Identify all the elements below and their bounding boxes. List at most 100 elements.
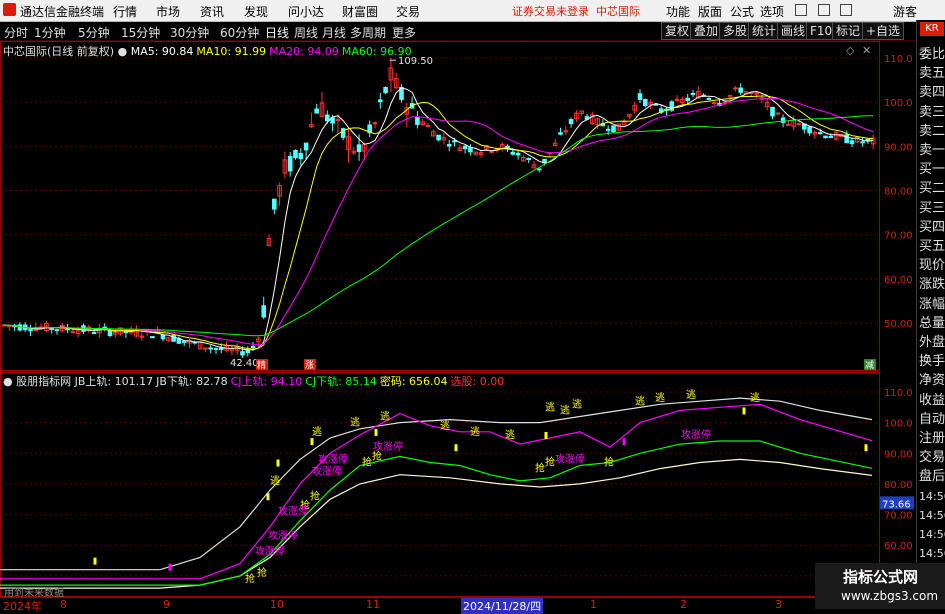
low-price-label: 42.40 [230,358,259,369]
toolbar-tongji[interactable]: 统计 [748,22,781,40]
signal-bar [454,444,458,452]
toolbar-fuquan[interactable]: 复权 [661,22,694,40]
minimize-icon[interactable] [795,4,807,16]
menu-item-wenxiaoda[interactable]: 问小达 [288,3,324,20]
menu-item-hangqing[interactable]: 行情 [113,3,137,20]
price-tick: 50.00 [884,319,913,330]
login-status: 证券交易未登录 中芯国际 [512,3,640,19]
candle-body [107,330,113,336]
signal-label: 攻涨停 [681,428,711,441]
candle-body [823,135,828,139]
indicator-chart[interactable]: 抢抢抢抢抢抢抢抢抢逃逃逃逃逃逃逃逃逃逃逃逃逃逃攻涨停 攻涨停 攻涨停 攻涨停 攻涨停 攻涨… [0,372,880,599]
candle-body [70,331,76,334]
guest-label[interactable]: 游客 [893,3,917,20]
candle-body [468,147,473,153]
candle-body [568,119,574,125]
signal-bar [742,407,746,415]
watermark-url: www.zbgs3.com [841,589,939,603]
legend-toggle-icon[interactable]: ● [3,375,13,388]
menu-item-caifuquan[interactable]: 财富圈 [342,3,378,20]
indicator-legend-item: 选股: 0.00 [450,375,505,388]
period-monthly[interactable]: 月线 [322,24,346,41]
period-15min[interactable]: 15分钟 [121,24,160,41]
chart-border [0,41,880,371]
signal-label: 逃 [686,388,696,401]
candle-body [865,138,871,141]
candle-body [690,92,696,95]
signal-label: 抢 [257,566,267,579]
ma-legend-item: MA5: 90.84 [130,45,194,58]
candle-body [208,347,213,350]
signal-bar [544,431,548,439]
menu-item-banmian[interactable]: 版面 [698,3,722,20]
candle-body [452,140,457,143]
period-more[interactable]: 更多 [392,24,416,41]
app-title: 通达信金融终端 [20,5,105,19]
candle-body [605,128,611,131]
restore-icon[interactable] [818,4,830,16]
candle-body [563,130,569,133]
indicator-canvas[interactable]: 抢抢抢抢抢抢抢抢 抢逃逃逃逃逃逃 逃逃 逃逃逃逃逃逃攻涨停攻涨停攻涨停攻涨停攻涨停攻涨… [0,372,880,597]
period-1min[interactable]: 1分钟 [34,24,66,41]
signal-label: 逃 [350,416,360,429]
candle-body [240,351,245,356]
signal-label: 抢 [245,572,255,585]
period-5min[interactable]: 5分钟 [78,24,110,41]
ma60-line [3,115,874,337]
toolbar-zixuan[interactable]: +自选 [862,22,905,40]
legend-toggle-icon[interactable]: ● [118,45,128,58]
indicator-values: JB上轨: 101.17 JB下轨: 82.78 CJ上轨: 94.10 CJ下轨: … [75,375,508,388]
signal-label: 攻涨停 [555,452,585,465]
candle-body [213,347,219,350]
candle-body [325,114,330,122]
candle-body [250,346,256,349]
maximize-icon[interactable] [840,4,852,16]
toolbar-duogu[interactable]: 多股 [719,22,752,40]
kline-canvas[interactable]: 109.5042.40精涨减 [0,41,880,371]
close-icon[interactable]: ✕ [862,44,871,57]
indicator-tick: 60.00 [884,541,913,552]
candle-body [314,108,319,114]
event-marker-text: 涨 [305,360,314,371]
menu-item-shichang[interactable]: 市场 [156,3,180,20]
signal-label: 逃 [560,403,570,416]
signal-bar [622,438,626,446]
candle-body [537,168,542,171]
indicator-legend-item: JB下轨: 82.78 [156,375,228,388]
menu-item-faxian[interactable]: 发现 [244,3,268,20]
date-axis: 2024年 8 9 10 11 2024/11/28/四 1 2 3 [0,597,880,614]
period-daily[interactable]: 日线 [265,24,290,42]
period-bar: 分时 1分钟 5分钟 15分钟 30分钟 60分钟 日线 周线 月线 多周期 更… [0,22,945,42]
date-label: 9 [163,598,170,611]
menu-bar: 通达信金融终端 行情 市场 资讯 发现 问小达 财富圈 交易 证券交易未登录 中… [0,0,945,22]
period-30min[interactable]: 30分钟 [170,24,209,41]
period-multi[interactable]: 多周期 [350,24,386,41]
signal-label: 抢 [604,456,614,469]
kline-chart[interactable]: 109.50 42.40 精涨减 中芯国际(日线 前复权) ● MA5: 90.84… [0,41,880,371]
menu-item-zixun[interactable]: 资讯 [200,3,224,20]
toolbar-huaxian[interactable]: 画线 [777,22,810,40]
period-60min[interactable]: 60分钟 [220,24,259,41]
price-tick: 90.00 [884,142,913,153]
ma-legend: MA5: 90.84 MA10: 91.99 MA20: 94.09 MA60: 96… [131,45,415,58]
signal-label: 逃 [440,419,450,432]
signal-label: 攻涨停 [312,465,342,478]
kr-badge[interactable]: KR [920,22,944,36]
candle-body [415,117,420,125]
settings-icon[interactable]: ◇ [846,44,854,57]
menu-item-gongshi[interactable]: 公式 [730,3,754,20]
toolbar-diejia[interactable]: 叠加 [690,22,723,40]
candle-body [510,151,516,155]
signal-bar [266,493,270,501]
toolbar-biaoji[interactable]: 标记 [832,22,865,40]
login-status-text: 证券交易未登录 [512,5,589,18]
period-fenshi[interactable]: 分时 [4,24,28,41]
menu-item-jiaoyi[interactable]: 交易 [396,3,420,20]
candle-body [261,305,266,318]
price-axis: 110.0 100.0 90.00 80.00 70.00 60.00 50.00 110.0… [880,41,916,597]
menu-item-gongneng[interactable]: 功能 [666,3,690,20]
candle-body [272,198,277,210]
menu-item-xuanxiang[interactable]: 选项 [760,3,784,20]
price-tick: 110.0 [884,54,913,65]
period-weekly[interactable]: 周线 [294,24,318,41]
